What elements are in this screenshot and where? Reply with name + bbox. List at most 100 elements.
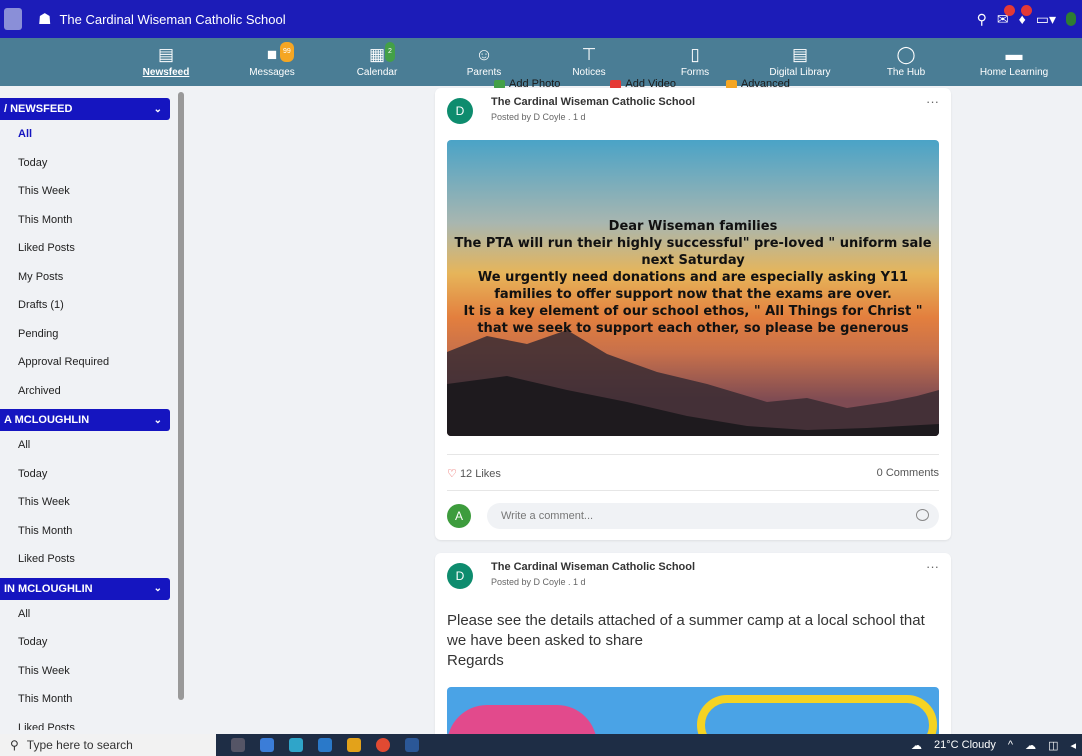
more-options-icon[interactable]: ···	[926, 559, 939, 574]
nav-label: Newsfeed	[142, 67, 190, 78]
sidebar-item-today[interactable]: Today	[0, 460, 190, 489]
messages-badge	[1003, 4, 1015, 16]
divider	[447, 490, 939, 491]
sidebar-item-all[interactable]: All	[0, 120, 190, 149]
comment-placeholder: Write a comment...	[501, 510, 594, 522]
sidebar-item-archived[interactable]: Archived	[0, 377, 190, 406]
search-icon[interactable]: ⚲	[977, 11, 987, 28]
taskbar-search[interactable]: ⚲ Type here to search	[0, 734, 216, 756]
main-nav: ▤ Newsfeed ■ 99 Messages ▦ 2 Calendar ☺ Pa…	[0, 38, 1082, 90]
post-header: D The Cardinal Wiseman Catholic School P…	[435, 88, 951, 130]
bell-icon[interactable]: ♦	[1019, 5, 1032, 27]
system-tray: ☁ 21°C Cloudy ^ ☁ ◫ ◂	[911, 734, 1076, 756]
sidebar-item-drafts[interactable]: Drafts (1)	[0, 291, 190, 320]
sidebar: / NEWSFEED ⌄ All Today This Week This Mo…	[0, 86, 190, 730]
post-author[interactable]: The Cardinal Wiseman Catholic School	[491, 561, 695, 573]
summer-camp-graphic	[697, 695, 937, 737]
post-image[interactable]: Dear Wiseman families The PTA will run t…	[447, 140, 939, 436]
sidebar-item-pending[interactable]: Pending	[0, 320, 190, 349]
chrome-icon[interactable]	[376, 738, 390, 752]
book-icon: ▤	[791, 45, 809, 64]
messages-icon[interactable]: ✉	[997, 4, 1015, 28]
heart-icon[interactable]: ♡	[447, 468, 457, 480]
signpost-icon: ⊤	[581, 45, 597, 64]
edge-icon[interactable]	[289, 738, 303, 752]
weather-icon[interactable]: ☁	[911, 739, 922, 752]
comment-input[interactable]: Write a comment...	[487, 503, 939, 529]
section-header-child-1[interactable]: A MCLOUGHLIN ⌄	[0, 409, 170, 431]
post-image[interactable]	[447, 687, 939, 737]
school-title[interactable]: The Cardinal Wiseman Catholic School	[59, 12, 285, 27]
nav-label: The Hub	[886, 67, 926, 78]
reactions-row: ♡ 12 Likes 0 Comments	[447, 467, 939, 480]
post-author[interactable]: The Cardinal Wiseman Catholic School	[491, 96, 695, 108]
sidebar-item-this-week[interactable]: This Week	[0, 177, 190, 206]
sidebar-item-all[interactable]: All	[0, 600, 190, 629]
sidebar-item-this-month[interactable]: This Month	[0, 685, 190, 714]
avatar: A	[447, 504, 471, 528]
chevron-down-icon: ⌄	[153, 414, 162, 426]
chat-icon: ■ 99	[232, 42, 312, 65]
sidebar-item-all[interactable]: All	[0, 431, 190, 460]
task-view-icon[interactable]	[231, 738, 245, 752]
post-meta: Posted by D Coyle . 1 d	[491, 577, 586, 587]
volume-icon[interactable]: ◂	[1070, 739, 1076, 752]
file-explorer-icon[interactable]	[347, 738, 361, 752]
section-title: A MCLOUGHLIN	[4, 414, 90, 426]
post-meta: Posted by D Coyle . 1 d	[491, 112, 586, 122]
sidebar-item-my-posts[interactable]: My Posts	[0, 263, 190, 292]
nav-calendar[interactable]: ▦ 2 Calendar	[337, 38, 417, 86]
comment-bubble-icon[interactable]	[916, 509, 929, 521]
more-options-icon[interactable]: ···	[926, 94, 939, 109]
sidebar-item-this-month[interactable]: This Month	[0, 206, 190, 235]
onedrive-icon[interactable]: ☁	[1025, 739, 1036, 752]
top-bar: ☗ The Cardinal Wiseman Catholic School ⚲…	[0, 0, 1082, 38]
nav-messages[interactable]: ■ 99 Messages	[232, 38, 312, 86]
people-icon[interactable]: ☗	[38, 10, 51, 28]
avatar[interactable]: D	[447, 563, 473, 589]
post-card: D The Cardinal Wiseman Catholic School P…	[435, 553, 951, 753]
search-placeholder: Type here to search	[26, 738, 133, 752]
word-icon[interactable]	[405, 738, 419, 752]
nav-label: Parents	[466, 67, 502, 78]
nav-newsfeed[interactable]: ▤ Newsfeed	[126, 38, 206, 86]
nav-label: Messages	[249, 67, 295, 78]
post-header: D The Cardinal Wiseman Catholic School P…	[435, 553, 951, 595]
nav-home-learning[interactable]: ▬ Home Learning	[974, 38, 1054, 86]
sidebar-item-liked-posts[interactable]: Liked Posts	[0, 545, 190, 574]
comments-count[interactable]: 0 Comments	[877, 467, 939, 479]
nav-label: Home Learning	[979, 67, 1049, 78]
section-header-child-2[interactable]: IN MCLOUGHLIN ⌄	[0, 577, 170, 600]
sidebar-item-today[interactable]: Today	[0, 149, 190, 178]
avatar[interactable]: D	[447, 98, 473, 124]
sidebar-item-this-week[interactable]: This Week	[0, 657, 190, 686]
sidebar-item-liked-posts[interactable]: Liked Posts	[0, 234, 190, 263]
school-crest-logo	[4, 8, 22, 30]
form-icon: ▯	[690, 45, 700, 64]
sidebar-scrollbar[interactable]	[178, 92, 184, 700]
nav-the-hub[interactable]: ◯ The Hub	[866, 38, 946, 86]
weather-text[interactable]: 21°C Cloudy	[934, 739, 996, 751]
sidebar-item-this-week[interactable]: This Week	[0, 488, 190, 517]
nav-label: Forms	[680, 67, 710, 78]
status-indicator	[1066, 12, 1076, 26]
section-title: IN MCLOUGHLIN	[4, 582, 93, 595]
likes-count[interactable]: 12 Likes	[460, 468, 501, 480]
calendar-icon: ▦ 2	[337, 42, 417, 65]
section-header-newsfeed[interactable]: / NEWSFEED ⌄	[0, 98, 170, 120]
wifi-icon[interactable]: ◫	[1048, 739, 1058, 752]
hub-icon: ◯	[896, 45, 916, 64]
sidebar-item-this-month[interactable]: This Month	[0, 517, 190, 546]
chevron-up-icon[interactable]: ^	[1008, 739, 1013, 751]
chevron-down-icon: ⌄	[153, 103, 162, 115]
sidebar-item-approval-required[interactable]: Approval Required	[0, 348, 190, 377]
section-title: / NEWSFEED	[4, 103, 73, 115]
widgets-icon[interactable]	[260, 738, 274, 752]
calendar-count-badge: 2	[385, 42, 395, 62]
profile-card-icon[interactable]: ▭▾	[1036, 11, 1056, 28]
sidebar-item-liked-posts[interactable]: Liked Posts	[0, 714, 190, 731]
mail-icon[interactable]	[318, 738, 332, 752]
sidebar-item-today[interactable]: Today	[0, 628, 190, 657]
announcement-line: It is a key element of our school ethos,…	[463, 304, 923, 319]
nav-label: Digital Library	[769, 67, 831, 78]
